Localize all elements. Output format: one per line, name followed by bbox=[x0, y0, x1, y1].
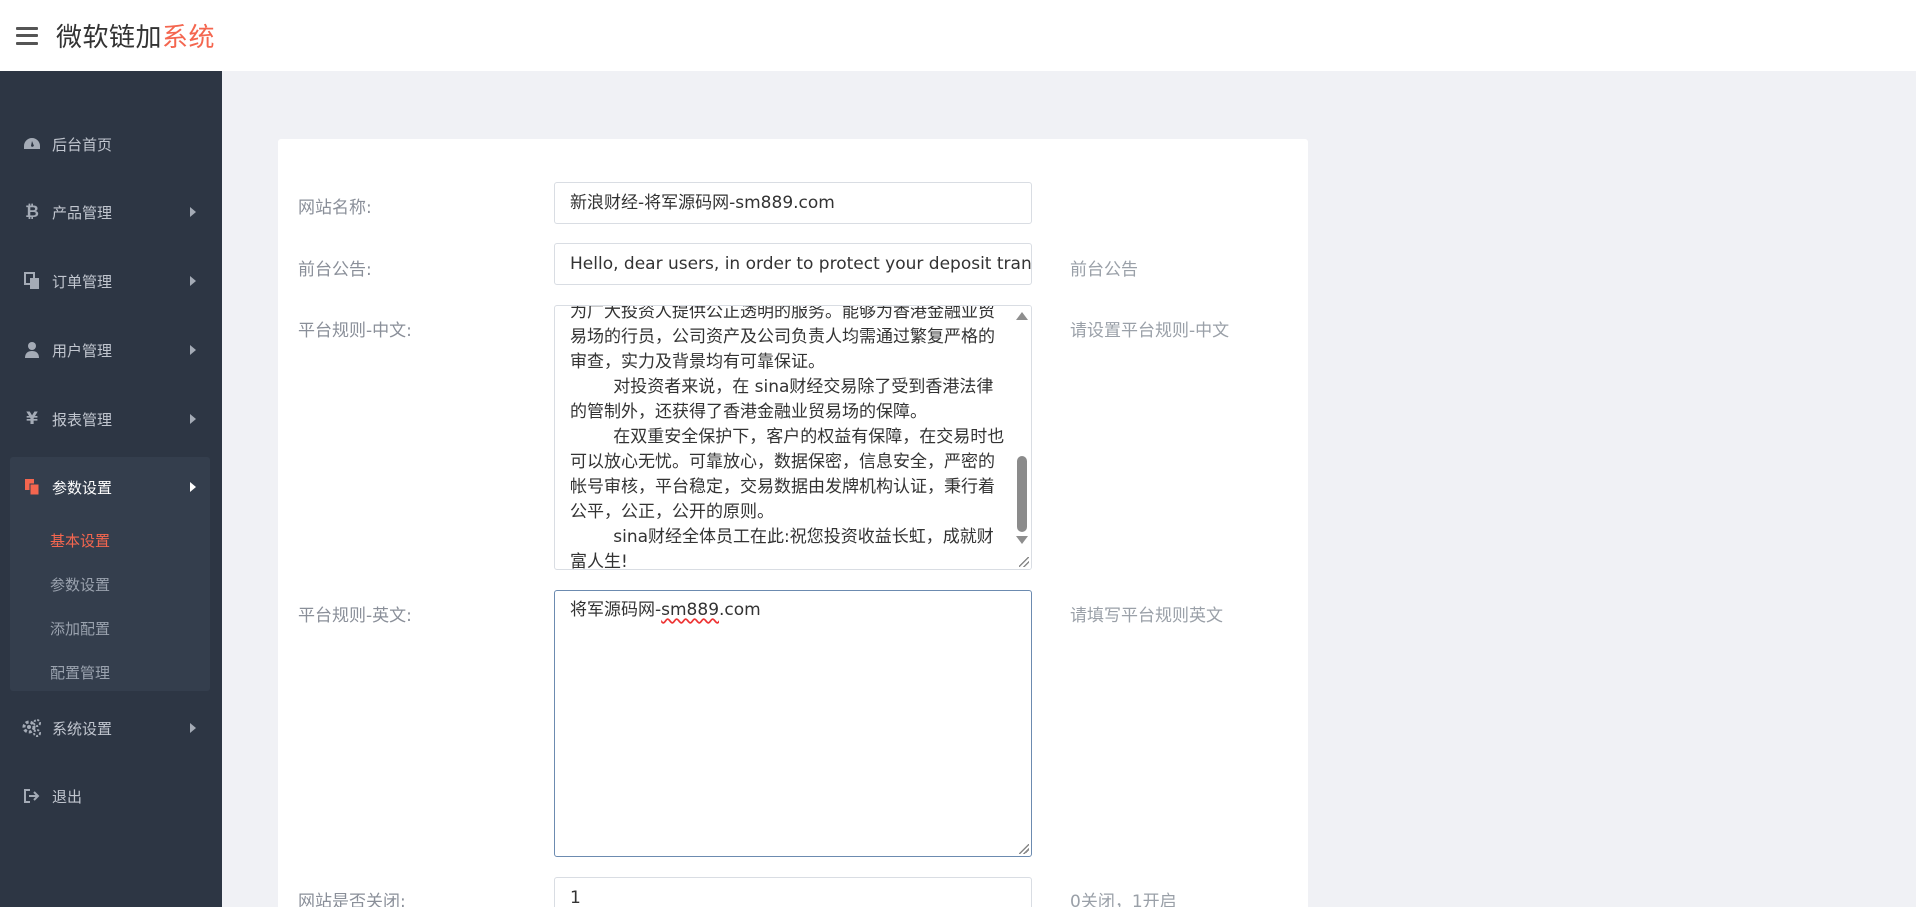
chevron-right-icon bbox=[190, 345, 196, 355]
chevron-right-icon bbox=[190, 482, 196, 492]
site-name-input[interactable]: 新浪财经-将军源码网-sm889.com bbox=[554, 182, 1032, 224]
settings-form-panel: 网站名称: 新浪财经-将军源码网-sm889.com 前台公告: Hello, … bbox=[278, 139, 1308, 907]
app-title-main: 微软链加 bbox=[56, 23, 163, 53]
sidebar-item-users[interactable]: 用户管理 bbox=[10, 326, 210, 374]
rules-en-text-prefix: 将军源码网- bbox=[570, 600, 662, 620]
rules-cn-scrollbar[interactable] bbox=[1014, 306, 1031, 569]
chevron-right-icon bbox=[190, 414, 196, 424]
top-bar: 微软链加系统 bbox=[0, 0, 1916, 71]
sidebar-subitem-param-settings[interactable]: 参数设置 bbox=[50, 574, 110, 595]
sidebar-subitem-basic-settings[interactable]: 基本设置 bbox=[50, 530, 110, 551]
sidebar-subitem-config-management[interactable]: 配置管理 bbox=[50, 662, 110, 683]
sidebar-item-label: 参数设置 bbox=[52, 478, 113, 497]
sidebar-item-label: 退出 bbox=[52, 787, 83, 806]
scroll-up-arrow-icon[interactable] bbox=[1016, 312, 1028, 320]
dashboard-icon bbox=[22, 134, 42, 154]
sidebar-item-products[interactable]: ₿ 产品管理 bbox=[10, 188, 210, 236]
copy-icon bbox=[22, 271, 42, 291]
yen-icon: ¥ bbox=[26, 409, 38, 429]
notice-hint: 前台公告 bbox=[1070, 260, 1138, 280]
rules-en-textarea[interactable]: 将军源码网-sm889.com bbox=[554, 590, 1032, 857]
rules-en-text-suffix: .com bbox=[719, 600, 761, 620]
sidebar-item-label: 产品管理 bbox=[52, 203, 113, 222]
chevron-right-icon bbox=[190, 207, 196, 217]
rules-cn-hint: 请设置平台规则-中文 bbox=[1070, 321, 1230, 341]
sidebar-item-reports[interactable]: ¥ 报表管理 bbox=[10, 395, 210, 443]
chevron-right-icon bbox=[190, 276, 196, 286]
sidebar-item-logout[interactable]: 退出 bbox=[10, 772, 210, 820]
sidebar-subitem-add-config[interactable]: 添加配置 bbox=[50, 618, 110, 639]
sidebar-item-label: 系统设置 bbox=[52, 719, 113, 738]
rules-cn-text: 为广大投资人提供公正透明的服务。能够为香港金融业贸易场的行员，公司资产及公司负责… bbox=[570, 305, 1005, 570]
sidebar-item-dashboard[interactable]: 后台首页 bbox=[10, 120, 210, 168]
resize-grip-icon[interactable] bbox=[1019, 844, 1029, 854]
sidebar-item-label: 报表管理 bbox=[52, 410, 113, 429]
sign-out-icon bbox=[22, 786, 42, 806]
chevron-right-icon bbox=[190, 723, 196, 733]
rules-en-label: 平台规则-英文: bbox=[298, 606, 412, 626]
sidebar-item-label: 订单管理 bbox=[52, 272, 113, 291]
notice-input[interactable]: Hello, dear users, in order to protect y… bbox=[554, 243, 1032, 285]
app-title-accent: 系统 bbox=[162, 23, 216, 53]
sidebar-group-params: 参数设置 基本设置 参数设置 添加配置 配置管理 bbox=[10, 457, 210, 691]
site-name-label: 网站名称: bbox=[298, 198, 372, 218]
app-title: 微软链加系统 bbox=[56, 17, 215, 54]
site-closed-input[interactable]: 1 bbox=[554, 877, 1032, 907]
sidebar-item-params[interactable]: 参数设置 bbox=[10, 463, 210, 511]
rules-cn-textarea[interactable]: 为广大投资人提供公正透明的服务。能够为香港金融业贸易场的行员，公司资产及公司负责… bbox=[554, 305, 1032, 570]
copy-icon bbox=[22, 477, 42, 497]
rules-cn-label: 平台规则-中文: bbox=[298, 321, 412, 341]
user-icon bbox=[22, 340, 42, 360]
scroll-thumb[interactable] bbox=[1017, 456, 1027, 532]
gears-icon bbox=[22, 718, 42, 738]
bitcoin-icon: ₿ bbox=[25, 202, 39, 222]
sidebar-item-label: 后台首页 bbox=[52, 135, 113, 154]
notice-label: 前台公告: bbox=[298, 260, 372, 280]
sidebar-item-orders[interactable]: 订单管理 bbox=[10, 257, 210, 305]
site-closed-hint: 0关闭，1开启 bbox=[1070, 892, 1177, 907]
hamburger-menu-icon[interactable] bbox=[16, 26, 38, 45]
resize-grip-icon[interactable] bbox=[1019, 557, 1029, 567]
sidebar-item-system-settings[interactable]: 系统设置 bbox=[10, 704, 210, 752]
scroll-down-arrow-icon[interactable] bbox=[1016, 536, 1028, 544]
rules-en-hint: 请填写平台规则英文 bbox=[1070, 606, 1223, 626]
sidebar-item-label: 用户管理 bbox=[52, 341, 113, 360]
rules-en-text-misspelled: sm889 bbox=[661, 600, 720, 620]
site-closed-label: 网站是否关闭: bbox=[298, 892, 406, 907]
sidebar: 后台首页 ₿ 产品管理 订单管理 用户管理 ¥ 报表管理 参数设置 基本设置 参… bbox=[0, 71, 222, 907]
